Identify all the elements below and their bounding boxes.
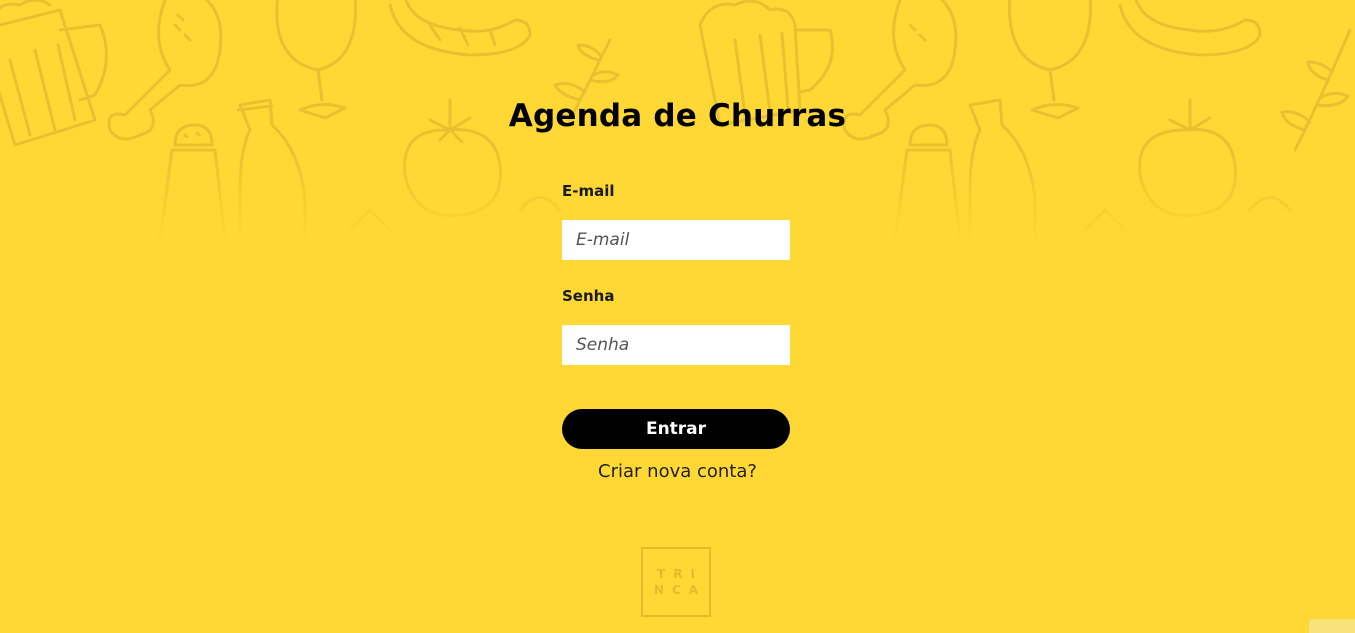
sausage-icon [1118,0,1262,57]
trinca-logo: TRI NCA [641,547,711,617]
password-label: Senha [562,287,615,305]
password-field[interactable] [562,325,790,365]
sausage-icon [388,0,532,57]
login-button[interactable]: Entrar [562,409,790,449]
logo-line-1: TRI [657,567,703,581]
signup-link-container: Criar nova conta? [0,461,1355,482]
salt-shaker-icon [158,123,227,242]
email-field[interactable] [562,220,790,260]
salt-shaker-icon [893,123,962,242]
corner-widget[interactable] [1309,619,1355,633]
create-account-link[interactable]: Criar nova conta? [598,461,757,482]
page-title: Agenda de Churras [508,98,847,134]
email-label: E-mail [562,182,615,200]
logo-line-2: NCA [653,583,707,597]
